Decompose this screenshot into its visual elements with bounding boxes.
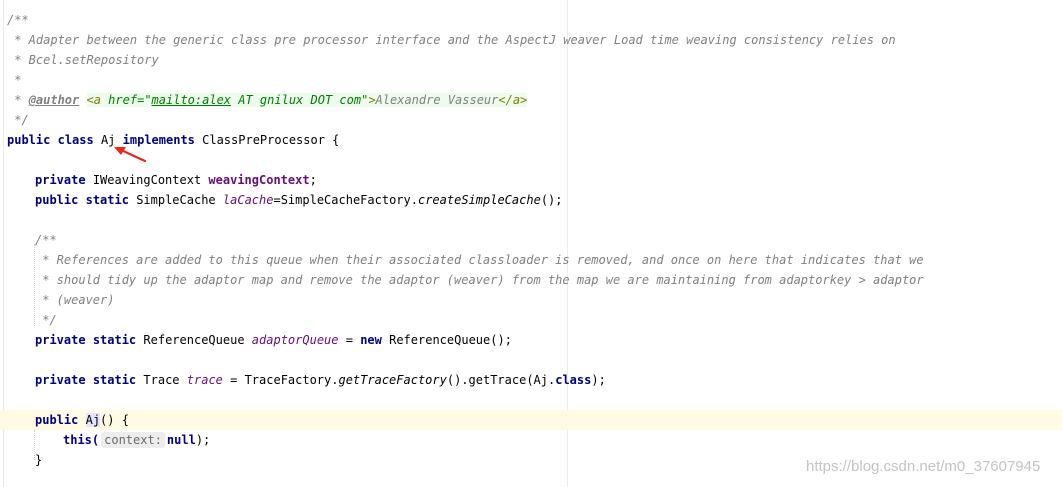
code-line: }	[35, 453, 43, 467]
code-line: this(context: null);	[63, 432, 211, 448]
code-line: * should tidy up the adaptor map and rem…	[35, 273, 924, 287]
code-line: */	[35, 313, 57, 327]
red-arrow-annotation	[114, 147, 147, 163]
mailto-link[interactable]: mailto:alex	[152, 93, 231, 107]
code-line: private static ReferenceQueue adaptorQue…	[35, 333, 512, 347]
parameter-hint: context:	[101, 432, 165, 448]
constructor-name[interactable]: Aj	[85, 413, 101, 427]
code-line: * Adapter between the generic class pre …	[7, 33, 896, 47]
code-line: private IWeavingContext weavingContext;	[35, 173, 317, 187]
code-line: */	[7, 113, 29, 127]
class-declaration-line: public class Aj implements ClassPreProce…	[7, 133, 340, 147]
code-line: *	[7, 73, 22, 87]
javadoc-author-tag: @author	[28, 93, 80, 107]
code-line: public static SimpleCache laCache=Simple…	[35, 193, 563, 207]
html-link-snippet: <a href="mailto:alex AT gnilux DOT com">…	[86, 93, 528, 107]
code-line: private static Trace trace = TraceFactor…	[35, 373, 606, 387]
code-line: * Bcel.setRepository	[7, 53, 159, 67]
current-line-highlight	[0, 410, 1062, 430]
code-line: * (weaver)	[35, 293, 115, 307]
code-editor[interactable]: /** * Adapter between the generic class …	[0, 0, 1062, 487]
constructor-line: public Aj() {	[35, 413, 129, 427]
code-line: /**	[35, 233, 57, 247]
watermark: https://blog.csdn.net/m0_37607945	[806, 458, 1041, 475]
code-line: * References are added to this queue whe…	[35, 253, 924, 267]
code-line: * @author <a href="mailto:alex AT gnilux…	[7, 93, 528, 107]
code-line: /**	[7, 13, 29, 27]
